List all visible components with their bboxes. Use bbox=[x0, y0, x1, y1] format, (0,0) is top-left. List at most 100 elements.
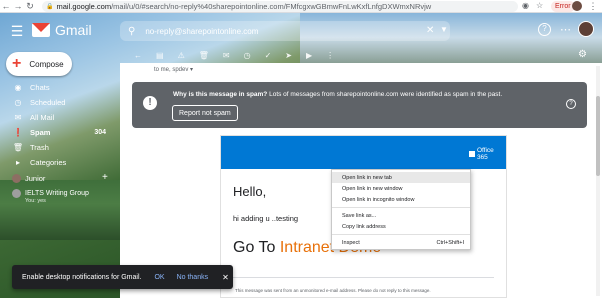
mail-icon: ✉ bbox=[14, 112, 22, 122]
email-greeting: Hello, bbox=[233, 184, 267, 199]
sidebar-item-label: Spam bbox=[30, 127, 51, 137]
ctx-copy-link[interactable]: Copy link address bbox=[332, 221, 470, 232]
back-to-list-icon[interactable]: ← bbox=[134, 51, 142, 60]
gmail-m-icon bbox=[32, 23, 50, 37]
eye-icon[interactable]: ◉ bbox=[522, 1, 529, 10]
new-chat-icon[interactable]: + bbox=[102, 172, 108, 183]
sidebar-item-label: Trash bbox=[30, 142, 49, 152]
more-icon[interactable]: ⋮ bbox=[326, 51, 334, 60]
sidebar-item-label: Categories bbox=[30, 157, 67, 167]
compose-label: Compose bbox=[29, 59, 64, 69]
clock-icon: ◷ bbox=[14, 97, 22, 107]
hangouts-avatar bbox=[12, 173, 21, 183]
sidebar-item-all-mail[interactable]: ✉ All Mail bbox=[0, 111, 116, 123]
sidebar-item-spam[interactable]: ❗ Spam 304 bbox=[0, 126, 116, 138]
hangouts-user[interactable]: Junior bbox=[12, 172, 116, 184]
group-last-message: You: yes bbox=[25, 198, 46, 204]
search-options-icon[interactable]: ▼ bbox=[440, 25, 448, 34]
close-icon[interactable]: ✕ bbox=[222, 273, 229, 282]
snackbar-message: Enable desktop notifications for Gmail. bbox=[22, 273, 142, 281]
notification-snackbar: Enable desktop notifications for Gmail. … bbox=[12, 265, 233, 289]
ctx-label: Save link as... bbox=[342, 212, 377, 219]
trash-icon: 🗑 bbox=[12, 142, 24, 152]
tag-icon: ▸ bbox=[15, 157, 20, 167]
group-avatar bbox=[12, 189, 21, 198]
error-chip[interactable]: Error bbox=[551, 1, 575, 12]
ctx-open-incognito[interactable]: Open link in incognito window bbox=[332, 194, 470, 205]
email-body-text: hi adding u ..testing bbox=[233, 214, 299, 223]
ctx-save-link[interactable]: Save link as... bbox=[332, 210, 470, 221]
recipients-line[interactable]: to me, spdev ▾ bbox=[154, 66, 193, 73]
divider bbox=[332, 234, 470, 235]
forward-icon[interactable]: → bbox=[12, 0, 24, 13]
clear-search-icon[interactable]: ✕ bbox=[426, 25, 434, 36]
divider bbox=[233, 277, 494, 278]
hamburger-menu-icon[interactable]: ☰ bbox=[10, 24, 24, 38]
sidebar-item-scheduled[interactable]: ◷ Scheduled bbox=[0, 96, 116, 108]
help-icon[interactable]: ? bbox=[538, 23, 551, 36]
warning-icon: ❗ bbox=[13, 127, 23, 137]
message-toolbar: ← ▤ ⚠ 🗑 ✉ ◷ ✓ ➤ ▶ ⋮ bbox=[120, 47, 602, 63]
search-icon[interactable]: ⚲ bbox=[128, 26, 135, 37]
sidebar-item-trash[interactable]: 🗑 Trash bbox=[0, 141, 116, 153]
sidebar-item-categories[interactable]: ▸ Categories bbox=[0, 156, 116, 168]
label-icon[interactable]: ▶ bbox=[306, 51, 312, 60]
report-icon[interactable]: ⚠ bbox=[178, 51, 185, 60]
ctx-label: Open link in new tab bbox=[342, 174, 392, 181]
sidebar-item-label: All Mail bbox=[30, 112, 55, 122]
alert-icon: ! bbox=[143, 96, 157, 110]
email-footer: This message was sent from an unmonitore… bbox=[235, 288, 431, 293]
snooze-icon[interactable]: ◷ bbox=[244, 51, 251, 60]
add-task-icon[interactable]: ✓ bbox=[265, 51, 272, 60]
ctx-open-new-window[interactable]: Open link in new window bbox=[332, 183, 470, 194]
ctx-label: Open link in new window bbox=[342, 185, 403, 192]
delete-icon[interactable]: 🗑 bbox=[199, 51, 209, 60]
apps-grid-icon[interactable]: ⋯ bbox=[560, 23, 571, 36]
archive-icon[interactable]: ▤ bbox=[156, 51, 164, 60]
spam-warning-banner: ! Why is this message in spam? Lots of m… bbox=[132, 82, 587, 128]
ctx-label: Open link in incognito window bbox=[342, 196, 415, 203]
chat-group-item[interactable]: IELTS Writing Group You: yes bbox=[12, 189, 116, 204]
url-path: /mail/u/0/#search/no-reply%40sharepointo… bbox=[111, 2, 432, 11]
spam-banner-reason: Lots of messages from sharepointonline.c… bbox=[269, 91, 503, 98]
ctx-open-new-tab[interactable]: Open link in new tab bbox=[332, 172, 470, 183]
ctx-shortcut: Ctrl+Shift+I bbox=[436, 239, 464, 246]
plus-icon: + bbox=[12, 55, 22, 72]
scrollbar-thumb[interactable] bbox=[596, 96, 600, 176]
goto-prefix: Go To bbox=[233, 239, 280, 256]
gmail-logo[interactable]: Gmail bbox=[32, 22, 92, 38]
office365-logo: Office 365 bbox=[469, 147, 506, 161]
move-to-icon[interactable]: ➤ bbox=[285, 51, 292, 60]
divider bbox=[332, 207, 470, 208]
spam-banner-question: Why is this message in spam? bbox=[173, 91, 268, 98]
kebab-menu-icon[interactable]: ⋮ bbox=[588, 0, 598, 13]
ctx-label: Copy link address bbox=[342, 223, 386, 230]
sidebar-item-label: Chats bbox=[30, 82, 50, 92]
ok-button[interactable]: OK bbox=[154, 274, 164, 281]
account-avatar[interactable] bbox=[578, 21, 594, 37]
star-icon[interactable]: ☆ bbox=[536, 1, 543, 10]
scrollbar[interactable] bbox=[596, 66, 600, 296]
spam-count: 304 bbox=[94, 128, 106, 136]
hangouts-user-name: Junior bbox=[25, 173, 46, 183]
report-not-spam-button[interactable]: Report not spam bbox=[172, 105, 238, 121]
search-input[interactable]: ⚲ no-reply@sharepointonline.com bbox=[120, 21, 450, 41]
back-icon[interactable]: ← bbox=[0, 0, 12, 13]
group-name: IELTS Writing Group bbox=[25, 190, 89, 197]
sidebar-item-chats[interactable]: ◉ Chats bbox=[0, 81, 116, 93]
ctx-inspect[interactable]: Inspect Ctrl+Shift+I bbox=[332, 237, 470, 248]
no-thanks-button[interactable]: No thanks bbox=[177, 274, 209, 281]
office-icon bbox=[469, 151, 475, 157]
mark-unread-icon[interactable]: ✉ bbox=[223, 51, 230, 60]
url-host: mail.google.com bbox=[56, 2, 112, 11]
recipients-text: to me, spdev bbox=[154, 67, 189, 73]
email-banner: Office 365 bbox=[221, 136, 506, 169]
settings-gear-icon[interactable]: ⚙ bbox=[578, 49, 587, 60]
office365-logo-text: Office 365 bbox=[476, 147, 494, 161]
address-bar[interactable]: 🔒 mail.google.com/mail/u/0/#search/no-re… bbox=[42, 1, 518, 12]
chrome-avatar[interactable] bbox=[572, 1, 582, 11]
chat-icon: ◉ bbox=[14, 82, 22, 92]
compose-button[interactable]: + Compose bbox=[6, 52, 72, 76]
reload-icon[interactable]: ↻ bbox=[24, 0, 36, 13]
spam-help-icon[interactable]: ? bbox=[566, 99, 576, 109]
